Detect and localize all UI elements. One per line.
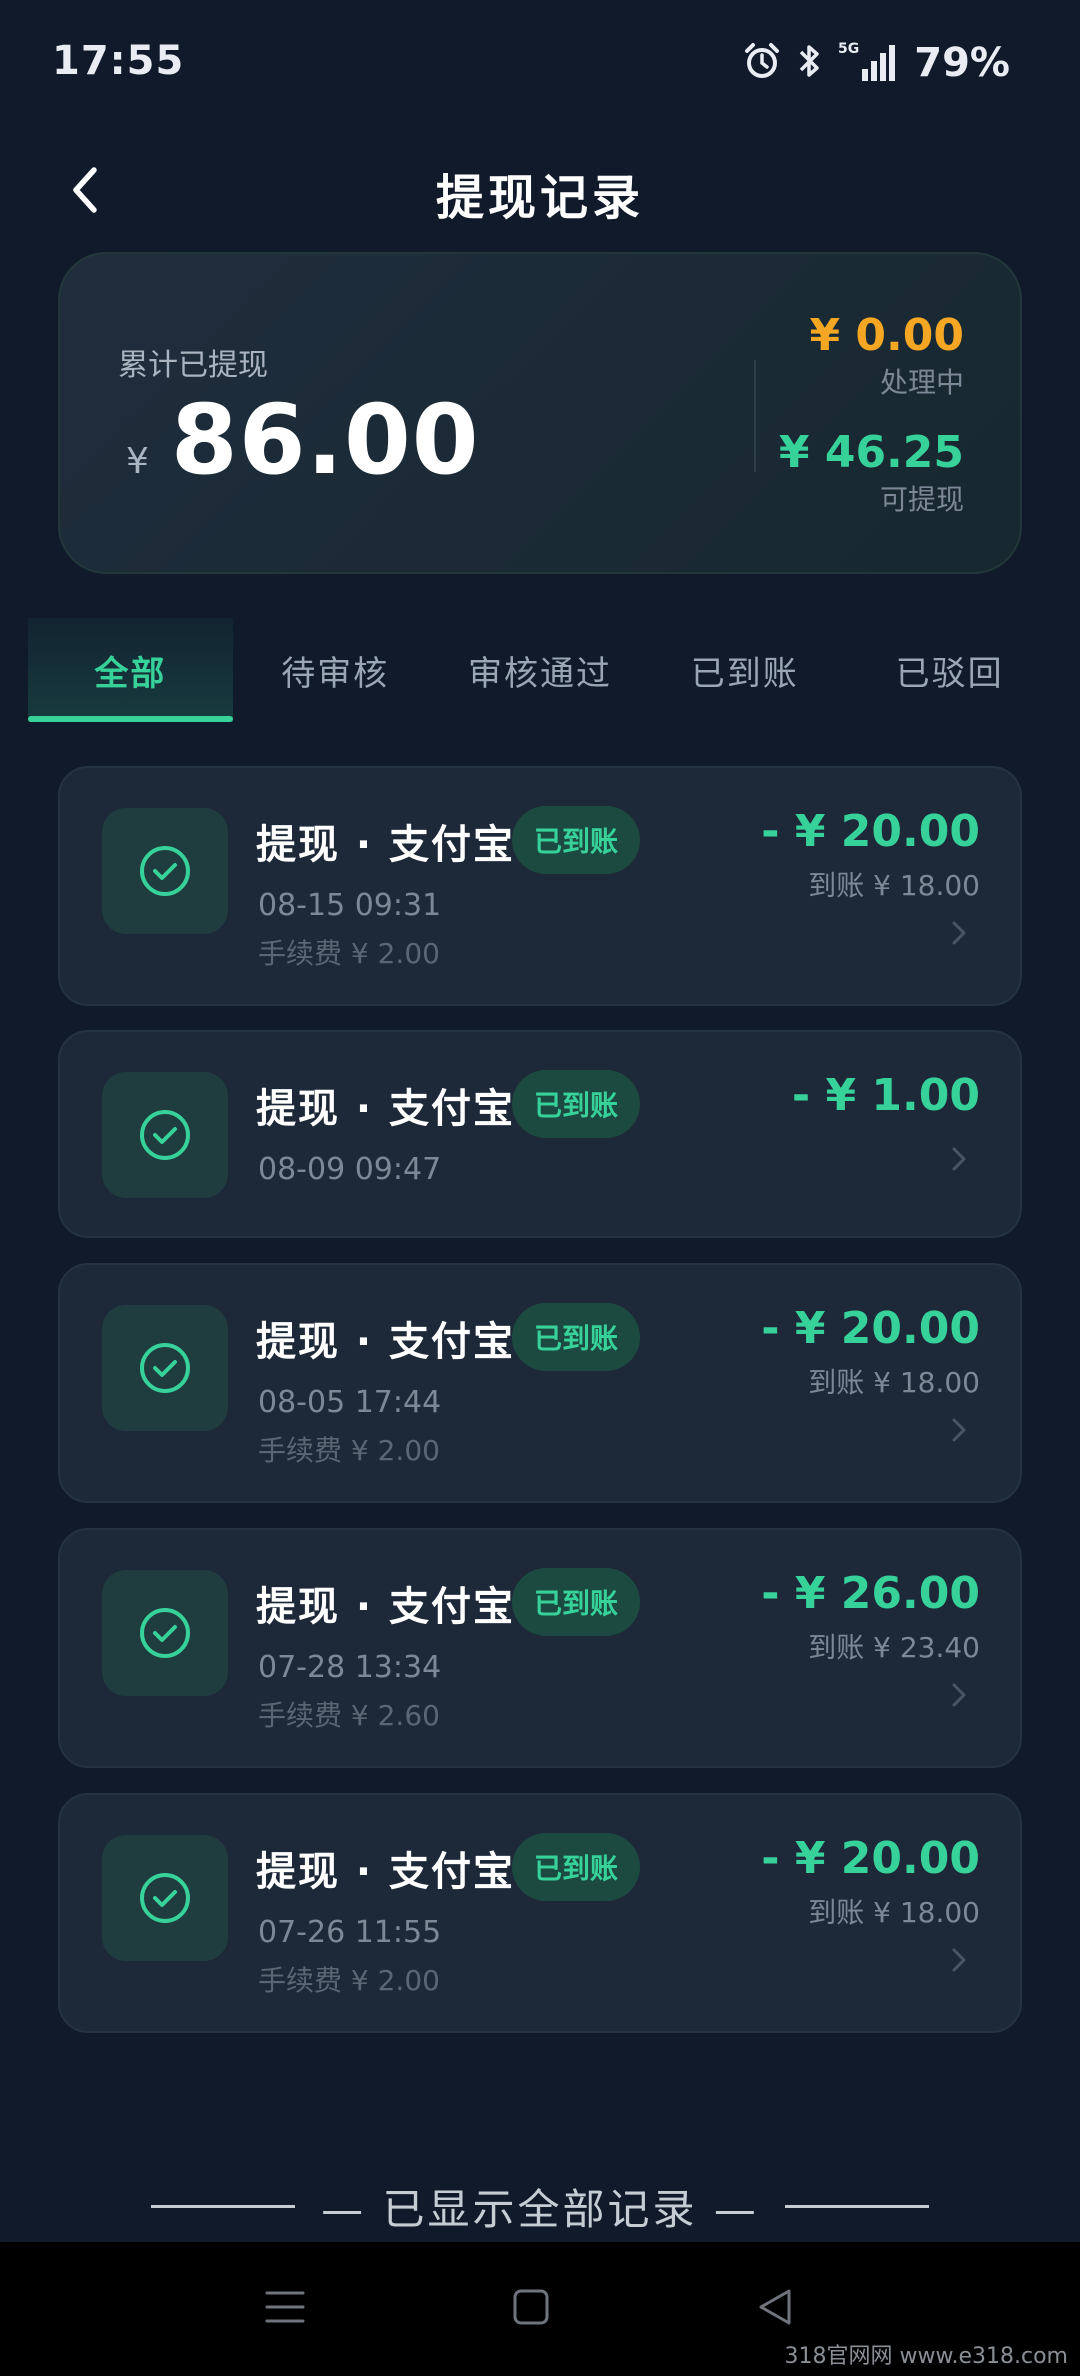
check-circle-icon [140,1343,190,1393]
record-item[interactable]: 提现 · 支付宝 已到账 08-15 09:31 手续费 ¥ 2.00 - ¥ … [58,766,1022,1006]
total-withdrawn: ¥ 86.00 [126,384,480,496]
record-amount: - ¥ 20.00 [761,1303,980,1354]
status-badge: 已到账 [512,1070,640,1138]
record-title: 提现 · 支付宝 [256,1086,516,1132]
record-status-icon [102,808,228,934]
battery-level: 79% [914,40,1010,86]
chevron-right-icon [944,1144,974,1174]
record-title: 提现 · 支付宝 [256,1849,516,1895]
record-date: 08-15 09:31 [258,888,442,923]
total-withdrawn-amount: 86.00 [170,384,480,496]
menu-button[interactable] [250,2272,320,2342]
record-fee: 手续费 ¥ 2.00 [258,1964,440,1997]
record-status-icon [102,1072,228,1198]
summary-balances: ¥ 0.00 处理中 ¥ 46.25 可提现 [779,310,964,518]
record-received: 到账 ¥ 23.40 [808,1631,980,1664]
status-badge: 已到账 [512,1568,640,1636]
record-title: 提现 · 支付宝 [256,1319,516,1365]
record-date: 07-28 13:34 [258,1650,442,1685]
record-title: 提现 · 支付宝 [256,1584,516,1630]
system-back-button[interactable] [740,2272,810,2342]
status-time: 17:55 [52,38,185,84]
end-of-list-text: — 已显示全部记录 — [321,2184,759,2234]
tab-approved[interactable]: 审核通过 [438,618,643,722]
record-date: 08-09 09:47 [258,1152,442,1187]
record-amount: - ¥ 26.00 [761,1568,980,1619]
menu-icon [265,2291,305,2323]
record-received: 到账 ¥ 18.00 [808,1896,980,1929]
record-amount: - ¥ 20.00 [761,806,980,857]
record-amount: - ¥ 1.00 [791,1070,980,1121]
total-withdrawn-label: 累计已提现 [118,348,268,383]
record-received: 到账 ¥ 18.00 [808,869,980,902]
check-circle-icon [140,1110,190,1160]
network-type: 5G [838,41,859,57]
chevron-right-icon [944,1945,974,1975]
record-status-icon [102,1835,228,1961]
alarm-icon [742,41,782,85]
signal-icon: 5G [838,39,900,87]
summary-divider [754,360,756,472]
check-circle-icon [140,1873,190,1923]
record-date: 07-26 11:55 [258,1915,442,1950]
record-item[interactable]: 提现 · 支付宝 已到账 08-05 17:44 手续费 ¥ 2.00 - ¥ … [58,1263,1022,1503]
bluetooth-icon [796,41,824,85]
watermark-text: 318官网网 www.e318.com [784,2344,1068,2369]
record-status-icon [102,1305,228,1431]
record-item[interactable]: 提现 · 支付宝 已到账 07-26 11:55 手续费 ¥ 2.00 - ¥ … [58,1793,1022,2033]
status-badge: 已到账 [512,1833,640,1901]
record-fee: 手续费 ¥ 2.00 [258,937,440,970]
divider-line [151,2204,296,2208]
record-item[interactable]: 提现 · 支付宝 已到账 08-09 09:47 - ¥ 1.00 [58,1030,1022,1238]
back-triangle-icon [759,2289,791,2325]
filter-tabs: 全部 待审核 审核通过 已到账 已驳回 [28,618,1052,722]
tab-received[interactable]: 已到账 [642,618,847,722]
screen: 17:55 5G 79% 提现记录 累计已提现 ¥ 86.00 ¥ 0.00 处… [0,0,1080,2376]
status-icons: 5G 79% [742,38,1010,88]
available-label: 可提现 [879,483,964,516]
record-status-icon [102,1570,228,1696]
record-received: 到账 ¥ 18.00 [808,1366,980,1399]
page-title: 提现记录 [435,170,644,226]
record-item[interactable]: 提现 · 支付宝 已到账 07-28 13:34 手续费 ¥ 2.60 - ¥ … [58,1528,1022,1768]
check-circle-icon [140,1608,190,1658]
chevron-right-icon [944,1415,974,1445]
home-square-icon [513,2289,549,2325]
record-date: 08-05 17:44 [258,1385,442,1420]
tab-rejected[interactable]: 已驳回 [847,618,1052,722]
record-fee: 手续费 ¥ 2.60 [258,1699,440,1732]
home-button[interactable] [496,2272,566,2342]
status-bar: 17:55 5G 79% [0,0,1080,130]
record-fee: 手续费 ¥ 2.00 [258,1434,440,1467]
status-badge: 已到账 [512,806,640,874]
status-badge: 已到账 [512,1303,640,1371]
processing-label: 处理中 [879,366,964,399]
tab-pending-review[interactable]: 待审核 [233,618,438,722]
chevron-right-icon [944,1680,974,1710]
record-title: 提现 · 支付宝 [256,822,516,868]
divider-line [784,2204,929,2208]
system-nav-bar: 318官网网 www.e318.com [0,2242,1080,2376]
tab-all[interactable]: 全部 [28,618,233,722]
end-of-list: — 已显示全部记录 — [0,2176,1080,2236]
header: 提现记录 [0,140,1080,240]
processing-amount: ¥ 0.00 [809,310,965,361]
currency-symbol: ¥ [126,441,149,482]
summary-card: 累计已提现 ¥ 86.00 ¥ 0.00 处理中 ¥ 46.25 可提现 [58,252,1022,574]
available-amount: ¥ 46.25 [778,427,964,478]
chevron-right-icon [944,918,974,948]
record-amount: - ¥ 20.00 [761,1833,980,1884]
check-circle-icon [140,846,190,896]
